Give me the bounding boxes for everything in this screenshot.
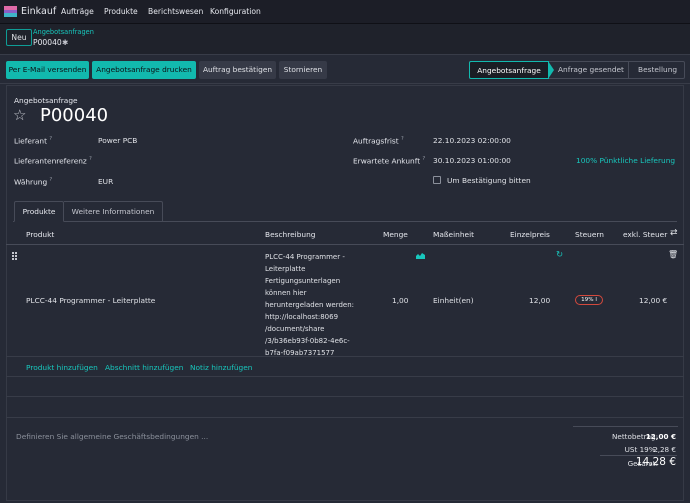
menu-configuration[interactable]: Konfiguration	[210, 7, 261, 16]
empty-row-divider	[6, 396, 684, 397]
empty-row-divider	[6, 376, 684, 377]
vendor-reference-label: Lieferantenreferenz ?	[14, 156, 92, 166]
tax-amount-value: 2,28 €	[653, 445, 676, 454]
status-rfq[interactable]: Angebotsanfrage	[469, 61, 549, 79]
terms-conditions-field[interactable]: Definieren Sie allgemeine Geschäftsbedin…	[16, 432, 208, 441]
row-uom[interactable]: Einheit(en)	[433, 296, 474, 305]
row-description[interactable]: PLCC-44 Programmer - Leiterplatte Fertig…	[265, 251, 365, 359]
tab-other-info[interactable]: Weitere Informationen	[64, 201, 163, 222]
totals-top-line	[573, 426, 678, 427]
menu-orders[interactable]: Aufträge	[61, 7, 94, 16]
col-taxes[interactable]: Steuern	[575, 230, 604, 239]
cancel-button[interactable]: Stornieren	[279, 61, 327, 79]
row-divider	[6, 356, 684, 357]
forecast-chart-icon[interactable]	[416, 252, 425, 259]
net-amount-value: 12,00 €	[645, 432, 676, 441]
add-section-link[interactable]: Abschnitt hinzufügen	[105, 363, 183, 372]
row-quantity[interactable]: 1,00	[392, 296, 408, 305]
breadcrumb-parent[interactable]: Angebotsanfragen	[33, 28, 94, 36]
col-quantity[interactable]: Menge	[383, 230, 408, 239]
row-unit-price[interactable]: 12,00	[529, 296, 550, 305]
row-subtotal: 12,00 €	[639, 296, 668, 305]
trash-icon[interactable]: 🗑	[668, 250, 678, 259]
order-deadline-field[interactable]: 22.10.2023 02:00:00	[433, 136, 511, 145]
tax-recompute-icon[interactable]: ↻	[556, 250, 563, 260]
status-purchase-order[interactable]: Bestellung	[638, 61, 677, 79]
vendor-field[interactable]: Power PCB	[98, 136, 137, 145]
currency-label: Währung ?	[14, 177, 53, 187]
doc-number: P00040	[40, 105, 109, 126]
currency-field[interactable]: EUR	[98, 177, 113, 186]
expected-arrival-label: Erwartete Ankunft ?	[353, 156, 426, 166]
status-arrow	[548, 61, 554, 79]
header-divider	[6, 244, 684, 245]
status-divider	[628, 62, 629, 78]
tab-products[interactable]: Produkte	[14, 201, 64, 222]
print-rfq-button[interactable]: Angebotsanfrage drucken	[92, 61, 196, 79]
drag-handle-icon[interactable]	[12, 252, 18, 260]
vendor-reference-field[interactable]	[98, 156, 238, 166]
ask-confirmation-checkbox[interactable]	[433, 176, 441, 184]
send-email-button[interactable]: Per E-Mail versenden	[6, 61, 89, 79]
column-settings-icon[interactable]: ⇄	[670, 228, 678, 238]
col-description[interactable]: Beschreibung	[265, 230, 315, 239]
empty-row-divider	[6, 417, 684, 418]
breadcrumb-current: P00040	[33, 38, 62, 47]
menu-products[interactable]: Produkte	[104, 7, 138, 16]
ask-confirmation-label: Um Bestätigung bitten	[447, 176, 531, 185]
col-product[interactable]: Produkt	[26, 230, 54, 239]
row-product[interactable]: PLCC-44 Programmer - Leiterplatte	[26, 296, 155, 305]
expected-arrival-field[interactable]: 30.10.2023 01:00:00	[433, 156, 511, 165]
vendor-label: Lieferant ?	[14, 136, 53, 146]
status-rfq-sent[interactable]: Anfrage gesendet	[558, 61, 624, 79]
col-uom[interactable]: Maßeinheit	[433, 230, 474, 239]
col-subtotal[interactable]: exkl. Steuer	[623, 230, 667, 239]
order-deadline-label: Auftragsfrist ?	[353, 136, 404, 146]
app-name[interactable]: Einkauf	[21, 6, 56, 17]
control-panel	[0, 24, 690, 55]
doc-type-label: Angebotsanfrage	[14, 96, 78, 105]
add-note-link[interactable]: Notiz hinzufügen	[190, 363, 252, 372]
row-tax-badge[interactable]: 19% l	[575, 295, 603, 305]
total-value: 14,28 €	[635, 456, 676, 468]
add-product-link[interactable]: Produkt hinzufügen	[26, 363, 98, 372]
confirm-order-button[interactable]: Auftrag bestätigen	[199, 61, 276, 79]
new-button[interactable]: Neu	[6, 29, 32, 46]
purchase-app-icon[interactable]	[4, 6, 17, 17]
col-unit-price[interactable]: Einzelpreis	[510, 230, 550, 239]
gear-icon[interactable]: ✱	[62, 38, 68, 47]
star-icon[interactable]: ☆	[13, 106, 26, 124]
on-time-delivery-link[interactable]: 100% Pünktliche Lieferung	[576, 156, 675, 165]
menu-reporting[interactable]: Berichtswesen	[148, 7, 203, 16]
